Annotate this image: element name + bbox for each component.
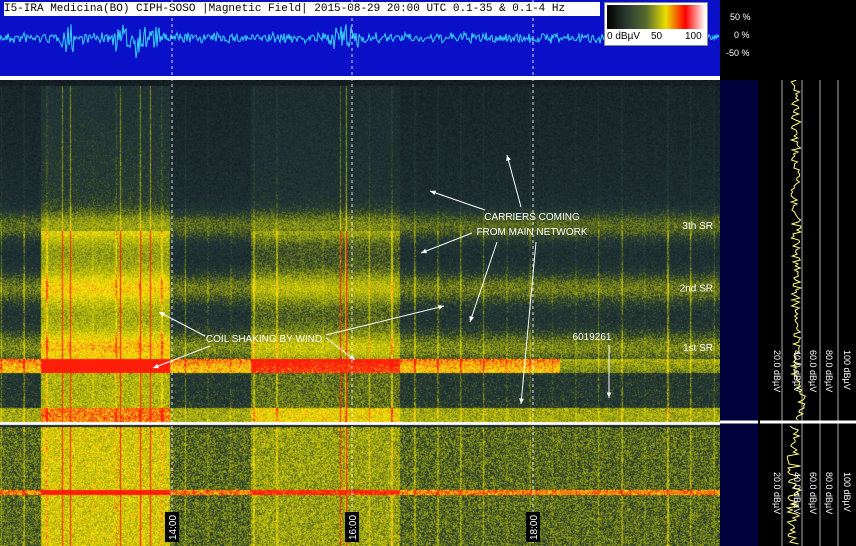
- side-axis-label: 40.0 dBµV: [792, 472, 802, 514]
- side-axis-label: 100 dBµV: [842, 472, 852, 512]
- side-axis-label: 20.0 dBµV: [772, 350, 782, 392]
- x-tick-label: 18:00: [529, 515, 540, 540]
- arrow-head: [430, 190, 436, 196]
- annotation-text: CARRIERS COMING: [484, 212, 580, 223]
- arrow-head: [153, 363, 159, 369]
- arrow-head: [469, 316, 474, 322]
- carriers-arrow: [520, 241, 537, 405]
- side-axis-label: 100 dBµV: [842, 350, 852, 390]
- x-tick-label: 16:00: [348, 515, 359, 540]
- wind-arrow: [325, 305, 445, 336]
- arrow-head: [349, 354, 355, 360]
- spectrogram-screen: I5-IRA Medicina(BO) CIPH-SOSO |Magnetic …: [0, 0, 856, 546]
- band-label: 3th SR: [682, 221, 713, 232]
- carriers-arrow: [469, 241, 498, 323]
- carriers-arrow: [429, 190, 486, 211]
- x-tick-label: 14:00: [168, 515, 179, 540]
- annotation-text: FROM MAIN NETWORK: [476, 227, 587, 238]
- arrow-head: [421, 248, 427, 254]
- side-axis-label: 80.0 dBµV: [824, 350, 834, 392]
- side-axis-label: 80.0 dBµV: [824, 472, 834, 514]
- side-spectrum-plot: 20.0 dBµV 20.0 dBµV 40.0 dBµV 40.0 dBµV 60.0…: [760, 80, 856, 546]
- time-gridlines: [171, 0, 534, 546]
- spectrogram-overlay: 2 Hz468101214161820222426283032341 Hz23 …: [152, 0, 758, 546]
- side-axis-label: 60.0 dBµV: [808, 350, 818, 392]
- time-axis: 14:00 16:00 18:00: [165, 512, 540, 542]
- band-label: 2nd SR: [680, 284, 713, 295]
- carriers-arrow: [506, 154, 522, 208]
- annotation-text: 6019261: [573, 332, 612, 343]
- side-axis-label: 60.0 dBµV: [808, 472, 818, 514]
- side-axis-label: 20.0 dBµV: [772, 472, 782, 514]
- arrow-head: [606, 392, 612, 398]
- annotation-text: COIL SHAKING BY WIND: [206, 334, 322, 345]
- annotations: 1st SR 2nd SR 3th SR CARRIERS COMING FROM MA…: [152, 154, 713, 405]
- wind-arrow: [158, 311, 206, 337]
- wind-arrow: [152, 345, 211, 369]
- frequency-axis-background: [720, 80, 758, 546]
- carriers-arrow: [420, 232, 473, 254]
- band-label: 1st SR: [683, 343, 713, 354]
- side-axis-label: 40.0 dBµV: [792, 350, 802, 392]
